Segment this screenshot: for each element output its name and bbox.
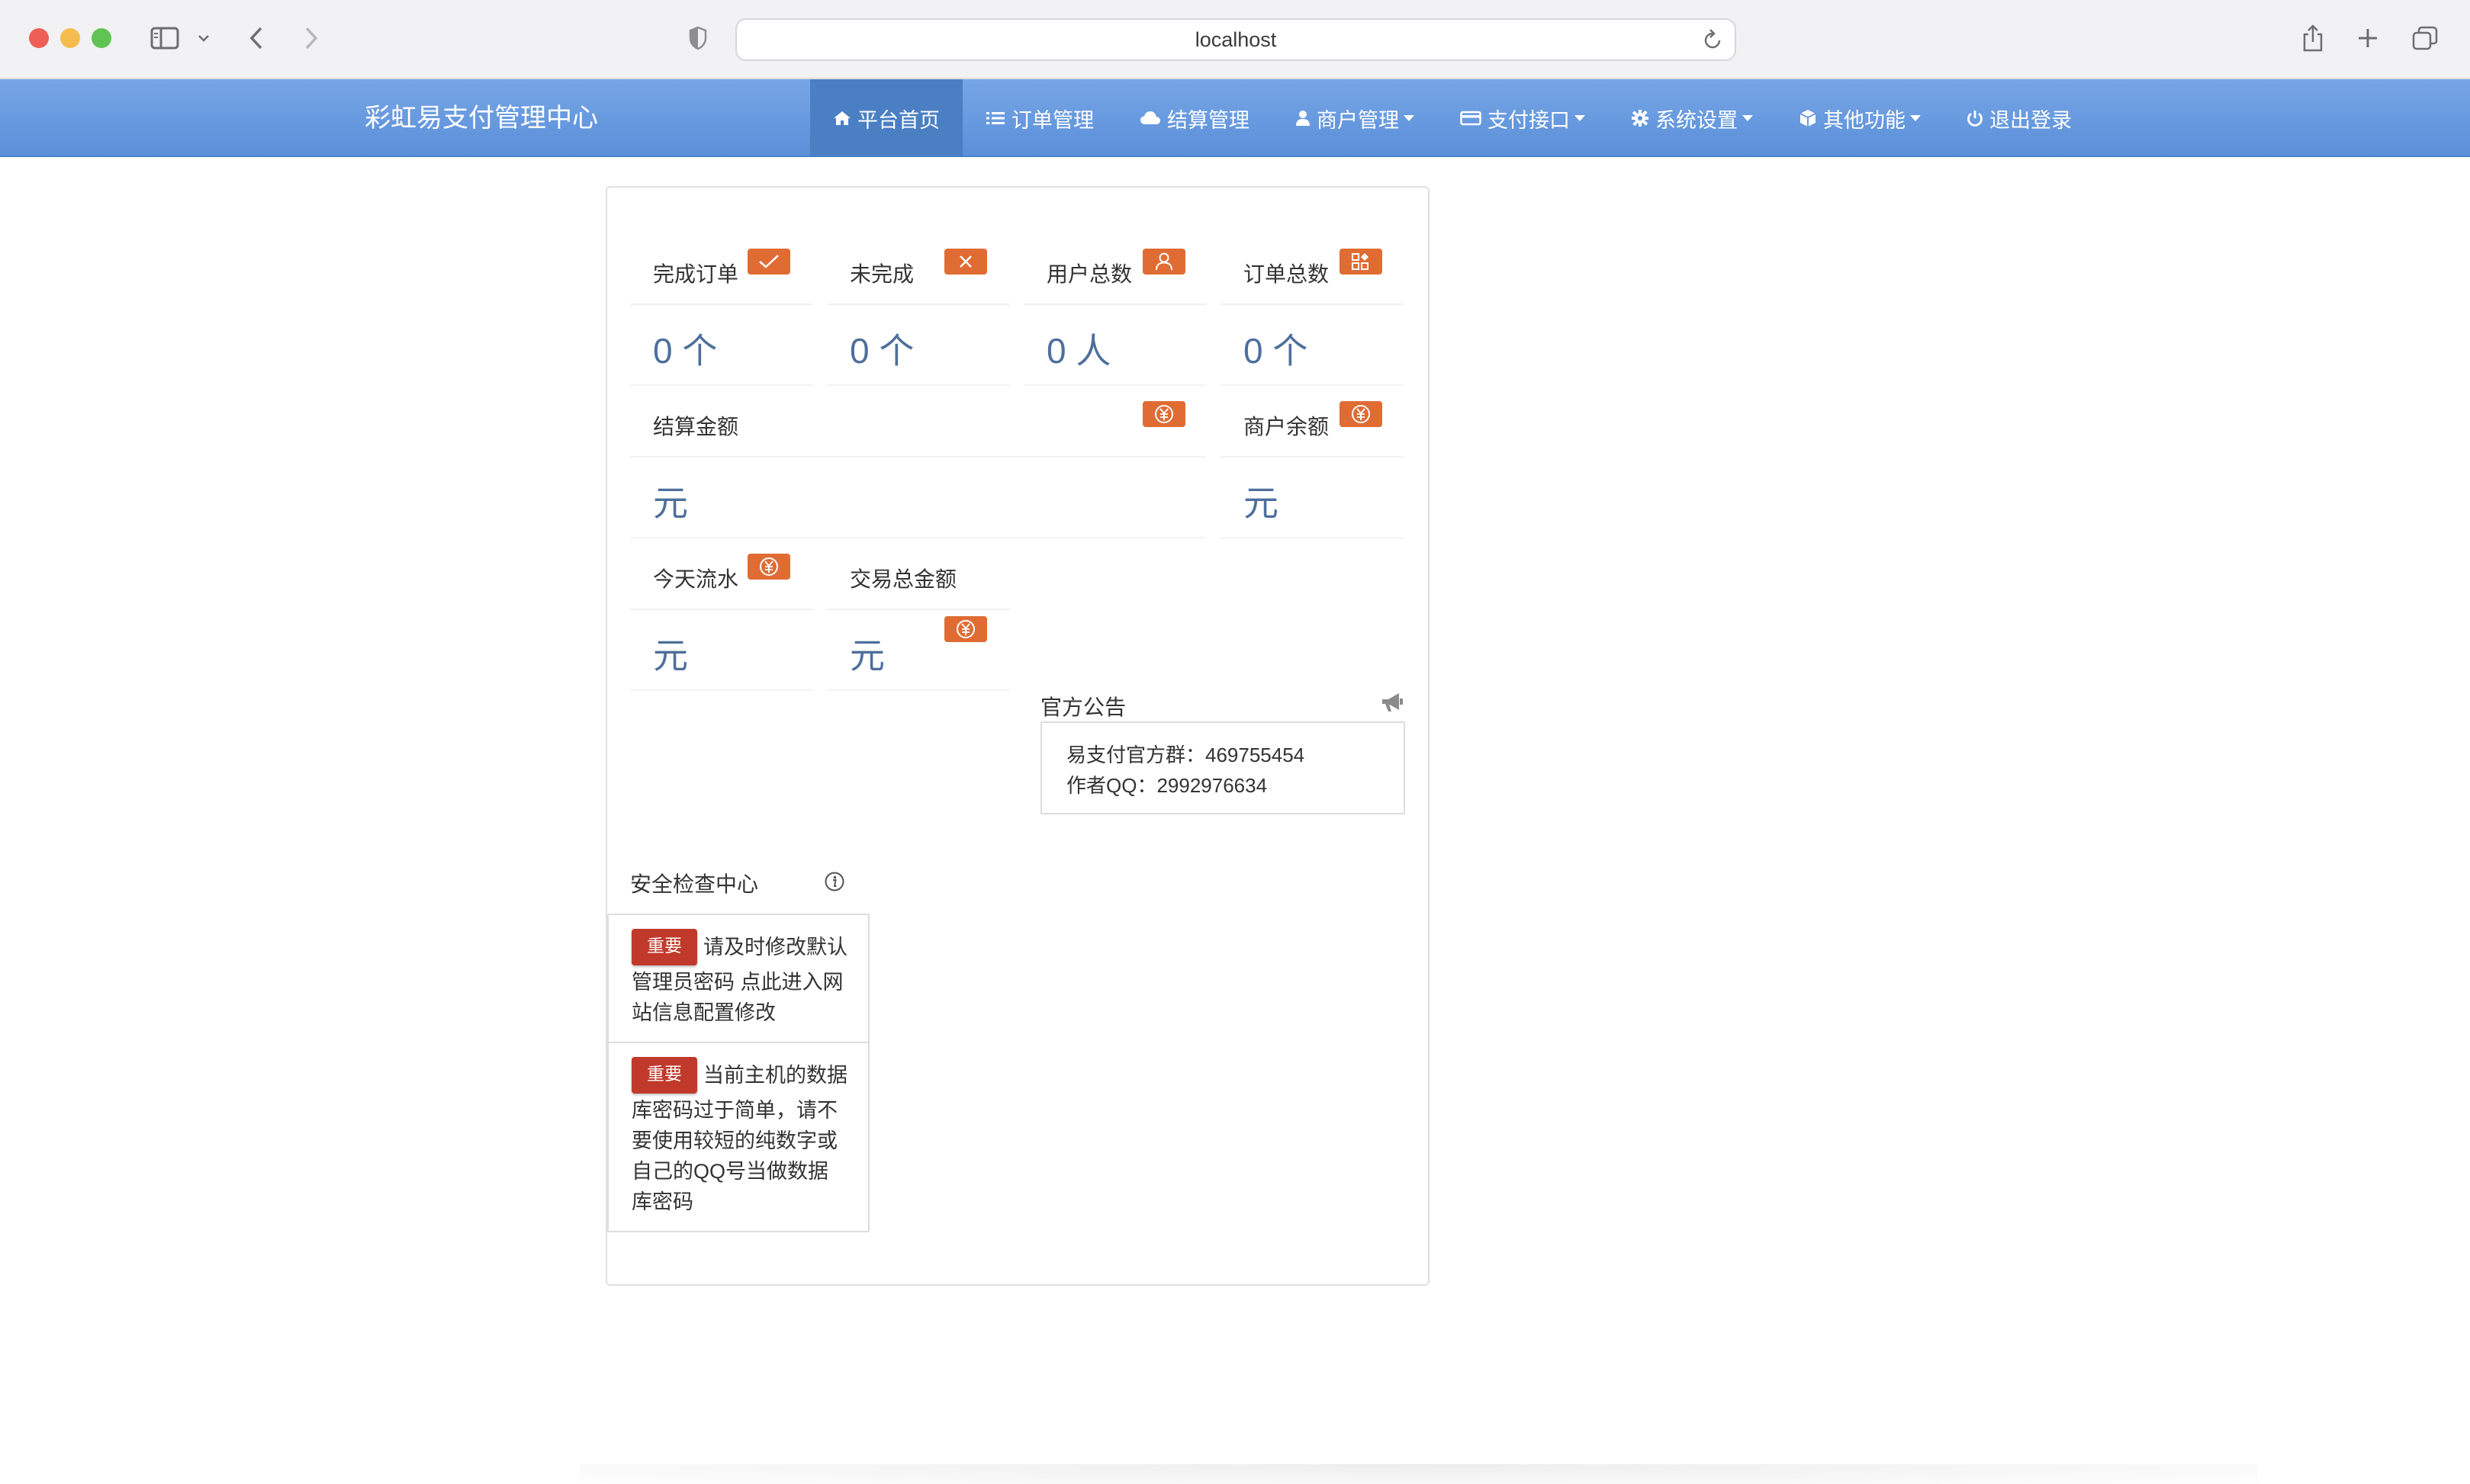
notice-title: 官方公告 — [1040, 695, 1127, 719]
cloud-icon — [1140, 111, 1160, 124]
nav-orders[interactable]: 订单管理 — [963, 79, 1117, 157]
nav-logout[interactable]: 退出登录 — [1944, 79, 2095, 157]
main-nav: 平台首页 订单管理 结算管理 商户管理 支付接口 系统设置 其他功能 退出登录 — [810, 79, 2095, 157]
nav-other-functions-label: 其他功能 — [1823, 108, 1906, 132]
yen-icon — [1143, 401, 1185, 427]
nav-payment-interface-label: 支付接口 — [1487, 108, 1570, 132]
nav-home[interactable]: 平台首页 — [810, 79, 963, 157]
important-tag: 重要 — [632, 929, 697, 965]
credit-card-icon — [1460, 111, 1481, 126]
nav-system-settings-label: 系统设置 — [1655, 108, 1738, 132]
nav-merchants-label: 商户管理 — [1317, 108, 1399, 132]
user-icon — [1143, 249, 1185, 275]
notice-line: 作者QQ：2992976634 — [1066, 774, 1268, 797]
check-icon — [748, 249, 790, 275]
stat-label: 结算金额 — [653, 415, 739, 438]
stat-label: 未完成 — [850, 262, 915, 286]
nav-other-functions[interactable]: 其他功能 — [1776, 79, 1944, 157]
yen-icon — [944, 616, 987, 642]
nav-settlement[interactable]: 结算管理 — [1117, 79, 1272, 157]
power-icon — [1967, 111, 1983, 127]
close-icon — [944, 249, 987, 275]
security-item[interactable]: 重要 当前主机的数据库密码过于简单，请不要使用较短的纯数字或自己的QQ号当做数据库… — [609, 1042, 868, 1231]
privacy-shield-icon[interactable] — [685, 20, 711, 56]
info-icon[interactable] — [824, 871, 845, 896]
caret-down-icon — [1910, 115, 1921, 121]
zoom-window-button[interactable] — [92, 28, 111, 48]
gear-icon — [1632, 110, 1648, 127]
brand-title[interactable]: 彩虹易支付管理中心 — [365, 79, 598, 157]
stat-value: 元 — [850, 636, 885, 676]
stat-value: 元 — [1243, 483, 1278, 523]
caret-down-icon — [1404, 115, 1414, 121]
megaphone-icon — [1379, 691, 1405, 718]
stat-label: 交易总金额 — [850, 567, 957, 591]
forward-icon[interactable] — [297, 20, 325, 56]
new-tab-icon[interactable] — [2354, 20, 2382, 56]
nav-logout-label: 退出登录 — [1989, 108, 2072, 132]
notice-line: 易支付官方群：469755454 — [1066, 744, 1305, 766]
url-text: localhost — [1195, 27, 1277, 51]
minimize-window-button[interactable] — [60, 28, 80, 48]
stat-label: 今天流水 — [653, 567, 739, 591]
nav-home-label: 平台首页 — [857, 108, 940, 132]
home-icon — [834, 111, 851, 125]
caret-down-icon — [1742, 115, 1753, 121]
apps-icon — [1340, 249, 1382, 275]
stat-label: 订单总数 — [1243, 262, 1330, 286]
address-bar[interactable]: localhost — [735, 18, 1736, 61]
stat-label: 用户总数 — [1047, 262, 1133, 286]
stat-today-flow: 今天流水 元 — [630, 493, 813, 691]
user-icon — [1296, 111, 1310, 126]
app-navbar: 彩虹易支付管理中心 平台首页 订单管理 结算管理 商户管理 支付接口 系统设置 — [0, 79, 2470, 157]
security-list: 重要 请及时修改默认管理员密码 点此进入网站信息配置修改 重要 当前主机的数据库密码… — [607, 914, 870, 1232]
stat-settlement-amount: 结算金额 元 — [630, 340, 1205, 538]
security-item[interactable]: 重要 请及时修改默认管理员密码 点此进入网站信息配置修改 — [609, 915, 868, 1042]
list-icon — [986, 112, 1005, 124]
nav-orders-label: 订单管理 — [1011, 108, 1094, 132]
important-tag: 重要 — [632, 1057, 697, 1094]
back-icon[interactable] — [243, 20, 270, 56]
browser-toolbar: localhost — [0, 0, 2470, 79]
stat-total-orders: 订单总数 0 个 — [1221, 188, 1404, 386]
nav-merchants[interactable]: 商户管理 — [1272, 79, 1437, 157]
close-window-button[interactable] — [29, 28, 49, 48]
stat-merchant-balance: 商户余额 元 — [1221, 340, 1404, 538]
yen-icon — [1340, 401, 1382, 427]
yen-icon — [748, 554, 790, 580]
notice-box: 易支付官方群：469755454 作者QQ：2992976634 — [1040, 721, 1405, 814]
security-center-title: 安全检查中心 — [630, 872, 759, 896]
sidebar-toggle-icon[interactable] — [148, 20, 182, 56]
stat-label: 完成订单 — [653, 262, 739, 286]
nav-settlement-label: 结算管理 — [1167, 108, 1249, 132]
nav-system-settings[interactable]: 系统设置 — [1608, 79, 1776, 157]
stat-total-users: 用户总数 0 人 — [1024, 188, 1207, 386]
chevron-down-icon[interactable] — [194, 20, 214, 56]
nav-payment-interface[interactable]: 支付接口 — [1437, 79, 1608, 157]
caret-down-icon — [1574, 115, 1585, 121]
stat-trade-total: 交易总金额 元 — [827, 493, 1010, 691]
stat-value: 元 — [653, 636, 688, 676]
tab-overview-icon[interactable] — [2411, 20, 2439, 56]
stat-label: 商户余额 — [1243, 415, 1330, 438]
cube-icon — [1799, 110, 1816, 127]
stat-uncompleted: 未完成 0 个 — [827, 188, 1010, 386]
stat-completed-orders: 完成订单 0 个 — [630, 188, 813, 386]
share-icon[interactable] — [2299, 20, 2327, 56]
reload-icon[interactable] — [1701, 27, 1724, 57]
